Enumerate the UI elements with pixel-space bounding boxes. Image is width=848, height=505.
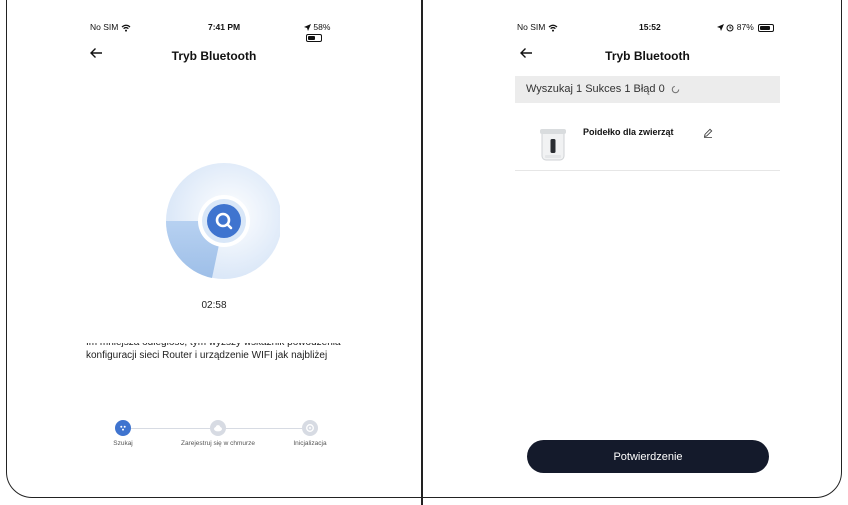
step-search-icon — [115, 420, 131, 436]
device-name: Poidełko dla zwierząt — [583, 127, 674, 137]
right-screen: No SIM 15:52 87% Tryb Bluetooth Wyszukaj… — [423, 0, 840, 505]
pet-fountain-device-icon — [538, 126, 568, 162]
carrier-label: No SIM — [90, 22, 119, 32]
loading-spinner-icon — [668, 83, 680, 95]
device-list-item[interactable]: Poidełko dla zwierząt — [515, 112, 780, 171]
wifi-icon — [548, 22, 558, 32]
countdown-timer: 02:58 — [201, 300, 227, 311]
step-label-search: Szukaj — [113, 440, 133, 447]
step-label-cloud: Zarejestruj się w chmurze — [180, 440, 256, 447]
left-screen: No SIM 7:41 PM 58% Tryb Bluetooth 02:58 … — [8, 0, 420, 505]
status-time: 15:52 — [639, 22, 661, 32]
tip-text: Im mniejsza odległość, tym wyższy wskaźn… — [86, 343, 341, 361]
location-icon — [717, 22, 726, 32]
battery-icon — [306, 33, 322, 42]
init-icon — [302, 420, 318, 436]
carrier-label: No SIM — [517, 22, 546, 32]
cloud-icon — [210, 420, 226, 436]
page-title: Tryb Bluetooth — [605, 49, 690, 63]
progress-steps: Szukaj Zarejestruj się w chmurze Inicjal… — [8, 418, 420, 458]
battery-percent: 58% — [313, 22, 331, 32]
alarm-icon — [726, 22, 736, 32]
battery-icon — [758, 23, 775, 32]
confirm-button[interactable]: Potwierdzenie — [527, 440, 769, 473]
bluetooth-scan-animation — [154, 161, 282, 287]
status-time: 7:41 PM — [208, 22, 241, 32]
battery-percent: 87% — [736, 22, 754, 32]
scan-summary-bar: Wyszukaj 1 Sukces 1 Błąd 0 — [515, 76, 780, 103]
page-title: Tryb Bluetooth — [171, 49, 257, 63]
wifi-icon — [121, 22, 131, 32]
search-icon — [213, 210, 235, 237]
step-connector — [224, 428, 310, 429]
scan-summary: Wyszukaj 1 Sukces 1 Błąd 0 — [526, 83, 665, 95]
distance-tip: Im mniejsza odległość, tym wyższy wskaźn… — [86, 343, 356, 381]
step-label-init: Inicjalizacja — [293, 440, 327, 447]
location-icon — [304, 22, 313, 32]
step-connector — [130, 428, 210, 429]
edit-pencil-icon[interactable] — [703, 125, 713, 143]
